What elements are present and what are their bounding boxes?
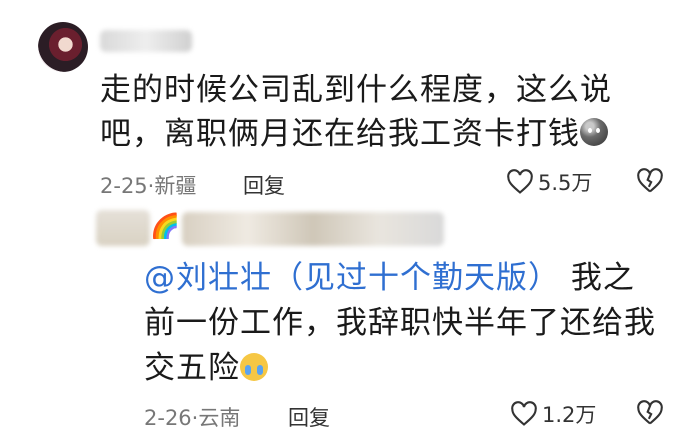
location: 云南 bbox=[198, 406, 241, 430]
broken-heart-icon bbox=[637, 400, 663, 425]
date: 2-25 bbox=[100, 174, 148, 198]
blob-face-emoji-icon bbox=[580, 118, 608, 146]
heart-outline-icon bbox=[511, 401, 537, 426]
username-blurred[interactable] bbox=[96, 210, 150, 246]
broken-heart-icon bbox=[637, 168, 663, 193]
like-button[interactable]: 5.5万 bbox=[506, 167, 592, 197]
dislike-button[interactable] bbox=[636, 168, 664, 198]
avatar[interactable] bbox=[38, 22, 88, 72]
username-blurred[interactable] bbox=[182, 212, 444, 246]
reply-button[interactable]: 回复 bbox=[288, 402, 330, 432]
comment-meta: 2-26·云南 bbox=[144, 406, 241, 430]
comment-line: 吧，离职俩月还在给我工资卡打钱 bbox=[100, 112, 612, 156]
location: 新疆 bbox=[154, 174, 197, 198]
date: 2-26 bbox=[144, 406, 192, 430]
rainbow-badge-icon: 🌈 bbox=[150, 212, 180, 240]
dislike-button[interactable] bbox=[636, 400, 664, 430]
reply-line: @刘壮壮（见过十个勤天版） 我之 bbox=[144, 260, 635, 296]
comment-meta: 2-25·新疆 bbox=[100, 174, 197, 198]
reply-text: @刘壮壮（见过十个勤天版） 我之 前一份工作，我辞职快半年了还给我 交五险 bbox=[144, 256, 656, 390]
heart-outline-icon bbox=[507, 169, 533, 194]
reply-line: 前一份工作，我辞职快半年了还给我 bbox=[144, 305, 656, 341]
like-button[interactable]: 1.2万 bbox=[510, 399, 596, 429]
comment-text: 走的时候公司乱到什么程度，这么说 吧，离职俩月还在给我工资卡打钱 bbox=[100, 68, 612, 156]
mention-link[interactable]: @刘壮壮（见过十个勤天版） bbox=[144, 260, 560, 296]
username-blurred[interactable] bbox=[100, 30, 192, 52]
like-count: 1.2万 bbox=[542, 403, 597, 427]
reply-line: 交五险 bbox=[144, 346, 656, 390]
reply-button[interactable]: 回复 bbox=[243, 170, 285, 200]
crying-face-emoji-icon bbox=[240, 353, 268, 381]
comment-line: 走的时候公司乱到什么程度，这么说 bbox=[100, 72, 612, 108]
like-count: 5.5万 bbox=[538, 171, 593, 195]
